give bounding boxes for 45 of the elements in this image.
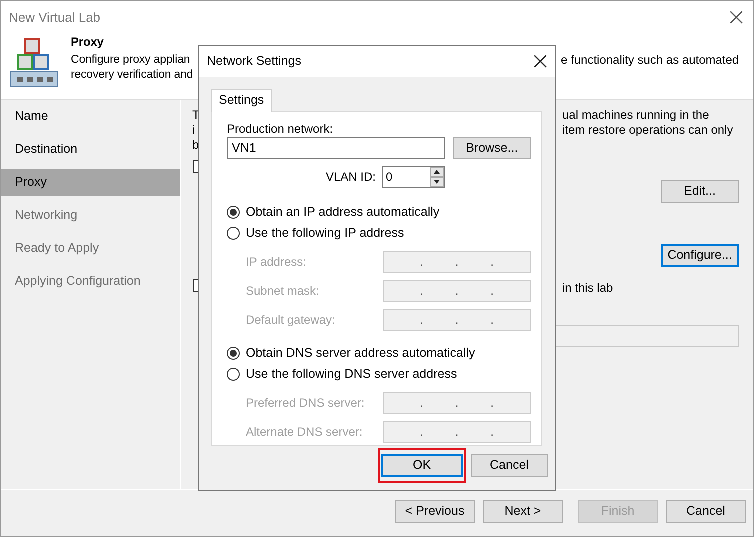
radio-button[interactable]: Obtain DNS server address automatically	[227, 343, 531, 364]
radio-button[interactable]: Use the following DNS server address	[227, 364, 531, 385]
wizard-step[interactable]: Applying Configuration	[1, 268, 180, 295]
dialog-button[interactable]: OK	[381, 454, 463, 477]
field-label: VLAN ID:	[326, 170, 376, 184]
radio-button[interactable]: Use the following IP address	[227, 223, 531, 244]
wizard-button[interactable]: Cancel	[666, 500, 746, 523]
field-label: Subnet mask:	[246, 284, 320, 298]
spin-field[interactable]: 0	[382, 166, 445, 188]
text-field[interactable]	[554, 325, 739, 347]
browse-button[interactable]: Browse...	[453, 137, 531, 159]
field-label: IP address:	[246, 254, 306, 270]
tab[interactable]: Settings	[211, 89, 272, 112]
field-label: Default gateway:	[246, 312, 336, 328]
close-icon[interactable]	[534, 55, 547, 68]
spinner-arrows-icon[interactable]	[430, 167, 444, 187]
checkbox[interactable]	[192, 160, 198, 173]
wizard-step[interactable]: Destination	[1, 136, 180, 163]
page-title: Proxy	[71, 35, 105, 50]
close-icon[interactable]	[730, 10, 743, 24]
description-text: in this lab	[562, 281, 614, 296]
configure-button[interactable]: Configure...	[661, 244, 739, 267]
input-field[interactable]: VN1	[227, 137, 446, 159]
wizard-step[interactable]: Networking	[1, 202, 180, 229]
description-text: ual machines running in the	[562, 108, 710, 123]
radio-button[interactable]: Obtain an IP address automatically	[227, 202, 531, 223]
page-description: Configure proxy applian	[71, 54, 190, 66]
dialog-title: Network Settings	[207, 54, 302, 69]
dialog-button[interactable]: Cancel	[471, 454, 548, 477]
description-text: item restore operations can only	[562, 123, 734, 138]
wizard-button[interactable]: Next >	[483, 500, 563, 523]
wizard-step[interactable]: Name	[1, 103, 180, 130]
edit-button[interactable]: Edit...	[661, 180, 739, 203]
page-description: e functionality such as automated	[561, 53, 740, 67]
wizard-step[interactable]: Ready to Apply	[1, 235, 180, 262]
field-label: Preferred DNS server:	[246, 396, 365, 410]
page-description: recovery verification and	[71, 69, 194, 81]
field-label: Alternate DNS server:	[246, 424, 363, 440]
window-title: New Virtual Lab	[9, 10, 101, 24]
proxy-icon	[10, 38, 59, 88]
checkbox[interactable]	[192, 279, 198, 292]
field-label: Production network:	[227, 122, 334, 137]
wizard-button[interactable]: < Previous	[395, 500, 475, 523]
wizard-step[interactable]: Proxy	[1, 169, 180, 196]
description-text: i	[192, 123, 196, 138]
